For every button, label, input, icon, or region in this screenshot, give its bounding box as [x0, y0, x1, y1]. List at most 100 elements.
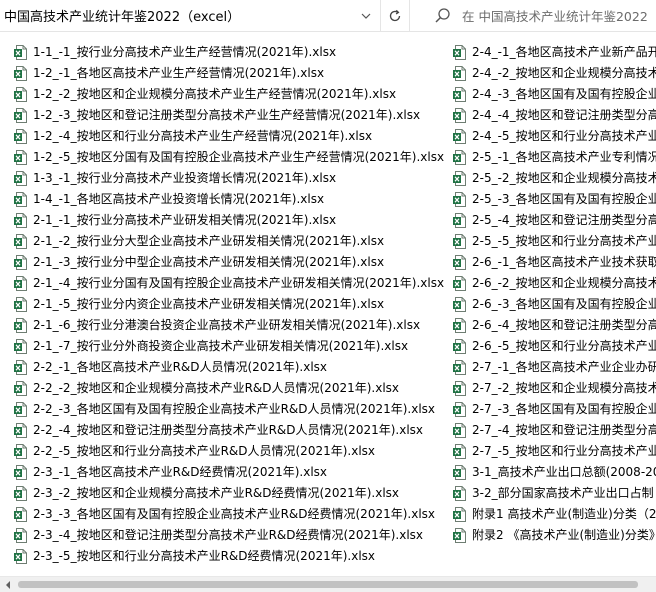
file-name: 1-3_-1_按行业分高技术产业投资增长情况(2021年).xlsx: [33, 171, 337, 185]
file-item[interactable]: 2-3_-5_按地区和行业分高技术产业R&D经费情况(2021年).xlsx: [14, 546, 454, 567]
excel-file-icon: [453, 360, 466, 375]
file-item[interactable]: 2-5_-1_各地区高技术产业专利情况: [453, 147, 656, 168]
file-item[interactable]: 2-2_-3_各地区国有及国有控股企业高技术产业R&D人员情况(2021年).x…: [14, 399, 454, 420]
file-item[interactable]: 2-5_-5_按地区和行业分高技术产业: [453, 231, 656, 252]
file-item[interactable]: 2-6_-4_按地区和登记注册类型分高: [453, 315, 656, 336]
file-name: 2-1_-4_按行业分国有及国有控股企业高技术产业研发相关情况(2021年).x…: [33, 276, 445, 290]
excel-file-icon: [14, 549, 27, 564]
file-item[interactable]: 2-1_-3_按行业分中型企业高技术产业研发相关情况(2021年).xlsx: [14, 252, 454, 273]
file-item[interactable]: 附录1 高技术产业(制造业)分类（20: [453, 504, 656, 525]
file-item[interactable]: 2-7_-4_按地区和登记注册类型分高: [453, 420, 656, 441]
file-item[interactable]: 2-3_-4_按地区和登记注册类型分高技术产业R&D经费情况(2021年).xl…: [14, 525, 454, 546]
file-item[interactable]: 3-2_部分国家高技术产业出口占制: [453, 483, 656, 504]
file-item[interactable]: 2-2_-2_按地区和企业规模分高技术产业R&D人员情况(2021年).xlsx: [14, 378, 454, 399]
file-item[interactable]: 2-6_-5_按地区和行业分高技术产业: [453, 336, 656, 357]
file-name: 2-5_-4_按地区和登记注册类型分高: [472, 213, 656, 227]
chevron-down-icon: [361, 13, 371, 19]
file-item[interactable]: 1-2_-1_各地区高技术产业生产经营情况(2021年).xlsx: [14, 63, 454, 84]
file-item[interactable]: 2-1_-1_按行业分高技术产业研发相关情况(2021年).xlsx: [14, 210, 454, 231]
file-name: 2-3_-3_各地区国有及国有控股企业高技术产业R&D经费情况(2021年).x…: [33, 507, 436, 521]
excel-file-icon: [14, 87, 27, 102]
file-item[interactable]: 2-1_-7_按行业分外商投资企业高技术产业研发相关情况(2021年).xlsx: [14, 336, 454, 357]
file-name: 1-1_-1_按行业分高技术产业生产经营情况(2021年).xlsx: [33, 45, 337, 59]
file-name: 2-7_-1_各地区高技术产业企业办研: [472, 360, 656, 374]
file-item[interactable]: 2-7_-5_按地区和行业分高技术产业: [453, 441, 656, 462]
file-item[interactable]: 2-2_-5_按地区和行业分高技术产业R&D人员情况(2021年).xlsx: [14, 441, 454, 462]
file-name: 2-1_-2_按行业分大型企业高技术产业研发相关情况(2021年).xlsx: [33, 234, 385, 248]
file-item[interactable]: 2-1_-4_按行业分国有及国有控股企业高技术产业研发相关情况(2021年).x…: [14, 273, 454, 294]
folder-path[interactable]: 中国高技术产业统计年鉴2022（excel）: [4, 6, 240, 25]
file-item[interactable]: 2-3_-1_各地区高技术产业R&D经费情况(2021年).xlsx: [14, 462, 454, 483]
file-item[interactable]: 1-4_-1_各地区高技术产业投资增长情况(2021年).xlsx: [14, 189, 454, 210]
file-item[interactable]: 2-5_-3_各地区国有及国有控股企业: [453, 189, 656, 210]
refresh-button[interactable]: [380, 0, 410, 31]
excel-file-icon: [14, 45, 27, 60]
excel-file-icon: [453, 66, 466, 81]
file-item[interactable]: 2-3_-3_各地区国有及国有控股企业高技术产业R&D经费情况(2021年).x…: [14, 504, 454, 525]
file-item[interactable]: 附录2 《高技术产业(制造业)分类》: [453, 525, 656, 546]
file-item[interactable]: 2-5_-2_按地区和企业规模分高技术: [453, 168, 656, 189]
file-item[interactable]: 2-1_-2_按行业分大型企业高技术产业研发相关情况(2021年).xlsx: [14, 231, 454, 252]
scroll-thumb[interactable]: [18, 581, 638, 588]
file-item[interactable]: 2-6_-3_各地区国有及国有控股企业: [453, 294, 656, 315]
address-dropdown-button[interactable]: [354, 0, 378, 31]
file-item[interactable]: 2-4_-4_按地区和登记注册类型分高: [453, 105, 656, 126]
file-item[interactable]: 2-7_-2_按地区和企业规模分高技术: [453, 378, 656, 399]
search-box[interactable]: 在 中国高技术产业统计年鉴2022（excel） 中搜索: [424, 0, 656, 31]
file-item[interactable]: 1-3_-1_按行业分高技术产业投资增长情况(2021年).xlsx: [14, 168, 454, 189]
excel-file-icon: [14, 360, 27, 375]
horizontal-scrollbar[interactable]: [0, 576, 656, 592]
excel-file-icon: [453, 255, 466, 270]
file-item[interactable]: 2-2_-1_各地区高技术产业R&D人员情况(2021年).xlsx: [14, 357, 454, 378]
file-item[interactable]: 2-6_-1_各地区高技术产业技术获取: [453, 252, 656, 273]
excel-file-icon: [14, 465, 27, 480]
breadcrumb[interactable]: 中国高技术产业统计年鉴2022（excel）: [0, 0, 412, 31]
excel-file-icon: [453, 150, 466, 165]
file-name: 1-2_-2_按地区和企业规模分高技术产业生产经营情况(2021年).xlsx: [33, 87, 397, 101]
file-item[interactable]: 2-1_-6_按行业分港澳台投资企业高技术产业研发相关情况(2021年).xls…: [14, 315, 454, 336]
excel-file-icon: [453, 444, 466, 459]
excel-file-icon: [453, 339, 466, 354]
file-item[interactable]: 1-2_-4_按地区和行业分高技术产业生产经营情况(2021年).xlsx: [14, 126, 454, 147]
file-name: 附录1 高技术产业(制造业)分类（20: [472, 507, 656, 521]
excel-file-icon: [14, 108, 27, 123]
file-item[interactable]: 2-6_-2_按地区和企业规模分高技术: [453, 273, 656, 294]
file-name: 2-1_-1_按行业分高技术产业研发相关情况(2021年).xlsx: [33, 213, 337, 227]
refresh-icon: [389, 9, 401, 21]
file-item[interactable]: 1-2_-2_按地区和企业规模分高技术产业生产经营情况(2021年).xlsx: [14, 84, 454, 105]
file-item[interactable]: 1-2_-3_按地区和登记注册类型分高技术产业生产经营情况(2021年).xls…: [14, 105, 454, 126]
search-input[interactable]: 在 中国高技术产业统计年鉴2022（excel） 中搜索: [462, 6, 656, 25]
file-item[interactable]: 3-1_高技术产业出口总额(2008-20: [453, 462, 656, 483]
file-item[interactable]: 1-1_-1_按行业分高技术产业生产经营情况(2021年).xlsx: [14, 42, 454, 63]
file-item[interactable]: 2-5_-4_按地区和登记注册类型分高: [453, 210, 656, 231]
file-name: 2-4_-3_各地区国有及国有控股企业: [472, 87, 656, 101]
file-name: 2-2_-3_各地区国有及国有控股企业高技术产业R&D人员情况(2021年).x…: [33, 402, 436, 416]
excel-file-icon: [453, 528, 466, 543]
file-item[interactable]: 2-4_-1_各地区高技术产业新产品开: [453, 42, 656, 63]
file-name: 3-1_高技术产业出口总额(2008-20: [472, 465, 656, 479]
file-name: 2-5_-2_按地区和企业规模分高技术: [472, 171, 656, 185]
excel-file-icon: [14, 192, 27, 207]
file-item[interactable]: 2-4_-2_按地区和企业规模分高技术: [453, 63, 656, 84]
file-name: 2-2_-5_按地区和行业分高技术产业R&D人员情况(2021年).xlsx: [33, 444, 376, 458]
file-name: 2-4_-2_按地区和企业规模分高技术: [472, 66, 656, 80]
scroll-left-button[interactable]: [0, 577, 16, 592]
excel-file-icon: [453, 171, 466, 186]
file-item[interactable]: 2-7_-1_各地区高技术产业企业办研: [453, 357, 656, 378]
excel-file-icon: [14, 444, 27, 459]
file-item[interactable]: 2-3_-2_按地区和企业规模分高技术产业R&D经费情况(2021年).xlsx: [14, 483, 454, 504]
file-item[interactable]: 2-4_-5_按地区和行业分高技术产业: [453, 126, 656, 147]
file-item[interactable]: 2-4_-3_各地区国有及国有控股企业: [453, 84, 656, 105]
file-name: 附录2 《高技术产业(制造业)分类》: [472, 528, 656, 542]
file-name: 1-4_-1_各地区高技术产业投资增长情况(2021年).xlsx: [33, 192, 325, 206]
excel-file-icon: [453, 108, 466, 123]
file-name: 2-3_-5_按地区和行业分高技术产业R&D经费情况(2021年).xlsx: [33, 549, 376, 563]
excel-file-icon: [14, 213, 27, 228]
file-item[interactable]: 2-7_-3_各地区国有及国有控股企业: [453, 399, 656, 420]
file-item[interactable]: 2-1_-5_按行业分内资企业高技术产业研发相关情况(2021年).xlsx: [14, 294, 454, 315]
file-name: 1-2_-4_按地区和行业分高技术产业生产经营情况(2021年).xlsx: [33, 129, 373, 143]
file-item[interactable]: 1-2_-5_按地区分国有及国有控股企业高技术产业生产经营情况(2021年).x…: [14, 147, 454, 168]
file-name: 2-6_-4_按地区和登记注册类型分高: [472, 318, 656, 332]
file-name: 2-3_-1_各地区高技术产业R&D经费情况(2021年).xlsx: [33, 465, 328, 479]
file-item[interactable]: 2-2_-4_按地区和登记注册类型分高技术产业R&D人员情况(2021年).xl…: [14, 420, 454, 441]
